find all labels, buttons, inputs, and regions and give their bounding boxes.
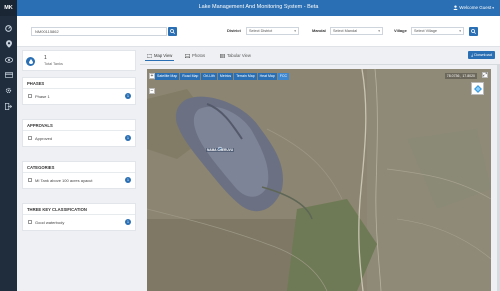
download-button[interactable]: ⤓ Download: [468, 51, 495, 59]
map-toolbar: Satellite Map Road Map Ori-Lith Metrics …: [155, 73, 290, 80]
three-key-card: THREE KEY CLASSIFICATION Good waterbody …: [22, 203, 136, 231]
three-key-title: THREE KEY CLASSIFICATION: [23, 204, 135, 215]
zoom-in-button[interactable]: +: [149, 73, 155, 79]
zoom-out-button[interactable]: −: [149, 88, 155, 94]
count-badge: 1: [125, 219, 131, 225]
filter-bar: NM00115862 District Select District ▾ Ma…: [17, 16, 500, 47]
view-tabs: Map View Photos Tabular View ⤓ Download: [140, 47, 500, 65]
tab-map-view-label: Map View: [154, 53, 173, 58]
count-badge: 1: [125, 177, 131, 183]
list-item[interactable]: Approved 1: [23, 131, 135, 146]
fullscreen-icon[interactable]: ⤢: [482, 72, 488, 78]
approvals-title: APPROVALS: [23, 120, 135, 131]
terrain-map-button[interactable]: Terrain Map: [234, 73, 257, 80]
village-select[interactable]: Select Village ▾: [411, 27, 464, 35]
district-select-value: Select District: [249, 29, 273, 33]
user-menu[interactable]: Welcome Guest ▾: [453, 5, 494, 10]
user-icon: [453, 5, 458, 10]
side-nav: MK: [0, 0, 17, 291]
district-label: District: [227, 28, 241, 33]
water-drop-icon: [26, 57, 35, 66]
phase-checkbox[interactable]: [28, 94, 32, 98]
mandal-label: Mandal: [312, 28, 326, 33]
map-icon: [147, 53, 152, 58]
satellite-map-button[interactable]: Satellite Map: [155, 73, 180, 80]
page-title: Lake Management And Monitoring System - …: [198, 4, 319, 10]
total-tanks-label: Total Tanks: [44, 62, 63, 66]
filter-search-button[interactable]: [469, 27, 478, 36]
download-icon: ⤓: [471, 52, 474, 57]
phases-card: PHASES Phase 1 1: [22, 77, 136, 105]
categories-title: CATEGORIES: [23, 162, 135, 173]
metrics-button[interactable]: Metrics: [217, 73, 234, 80]
fcc-button[interactable]: FCC: [277, 73, 290, 80]
search-icon: [170, 29, 175, 34]
category-checkbox[interactable]: [28, 178, 32, 182]
user-name: Welcome Guest: [459, 5, 492, 10]
chevron-down-icon: ▾: [492, 5, 494, 10]
mandal-select-value: Select Mandal: [333, 29, 358, 33]
search-icon: [471, 29, 476, 34]
total-tanks-count: 1: [44, 55, 47, 61]
tab-tabular-view[interactable]: Tabular View: [220, 53, 251, 58]
categories-card: CATEGORIES MI Tank above 100 acres ayacu…: [22, 161, 136, 189]
approved-label: Approved: [35, 135, 53, 141]
filter-panel: 1 Total Tanks PHASES Phase 1 1 APPROVALS…: [17, 47, 139, 291]
logout-icon[interactable]: [4, 102, 13, 111]
settings-icon[interactable]: [4, 86, 13, 95]
tab-map-view[interactable]: Map View: [144, 53, 175, 61]
tab-tabular-view-label: Tabular View: [227, 53, 251, 58]
chevron-down-icon: ▾: [378, 29, 380, 33]
location-pin-icon[interactable]: [4, 39, 13, 48]
heat-map-button[interactable]: Heat Map: [257, 73, 277, 80]
top-header: Lake Management And Monitoring System - …: [17, 0, 500, 16]
dashboard-icon[interactable]: [4, 24, 13, 33]
total-tanks-card: 1 Total Tanks: [22, 50, 136, 71]
coordinates-readout: 78.0736 , 17.8020: [444, 73, 477, 79]
list-item[interactable]: MI Tank above 100 acres ayacut 1: [23, 173, 135, 188]
count-badge: 1: [125, 135, 131, 141]
village-select-value: Select Village: [414, 29, 437, 33]
tab-photos[interactable]: Photos: [185, 53, 205, 58]
ori-lith-button[interactable]: Ori-Lith: [201, 73, 217, 80]
chevron-down-icon: ▾: [459, 29, 461, 33]
road-map-button[interactable]: Road Map: [180, 73, 201, 80]
count-badge: 1: [125, 93, 131, 99]
satellite-map[interactable]: Satellite Map Road Map Ori-Lith Metrics …: [147, 69, 491, 291]
mandal-select[interactable]: Select Mandal ▾: [330, 27, 383, 35]
search-button[interactable]: [168, 27, 177, 36]
layers-icon[interactable]: [471, 82, 484, 95]
category-label: MI Tank above 100 acres ayacut: [35, 177, 93, 183]
district-select[interactable]: Select District ▾: [246, 27, 299, 35]
classification-label: Good waterbody: [35, 219, 65, 225]
photo-icon: [185, 53, 190, 58]
list-item[interactable]: Good waterbody 1: [23, 215, 135, 230]
lake-marker-label: NAMA CHERUVU: [206, 148, 235, 152]
village-label: Village: [394, 28, 407, 33]
approvals-card: APPROVALS Approved 1: [22, 119, 136, 147]
phases-title: PHASES: [23, 78, 135, 89]
tank-search-input[interactable]: NM00115862: [31, 27, 167, 36]
table-icon: [220, 53, 225, 58]
main-content: Map View Photos Tabular View ⤓ Download: [140, 47, 500, 291]
map-imagery: [147, 69, 491, 291]
card-icon[interactable]: [4, 70, 13, 79]
tab-photos-label: Photos: [192, 53, 206, 58]
brand-logo: MK: [0, 0, 17, 16]
approved-checkbox[interactable]: [28, 136, 32, 140]
eye-icon[interactable]: [4, 55, 13, 64]
download-label: Download: [474, 52, 492, 57]
list-item[interactable]: Phase 1 1: [23, 89, 135, 104]
classification-checkbox[interactable]: [28, 220, 32, 224]
chevron-down-icon: ▾: [294, 29, 296, 33]
phase-label: Phase 1: [35, 93, 50, 99]
